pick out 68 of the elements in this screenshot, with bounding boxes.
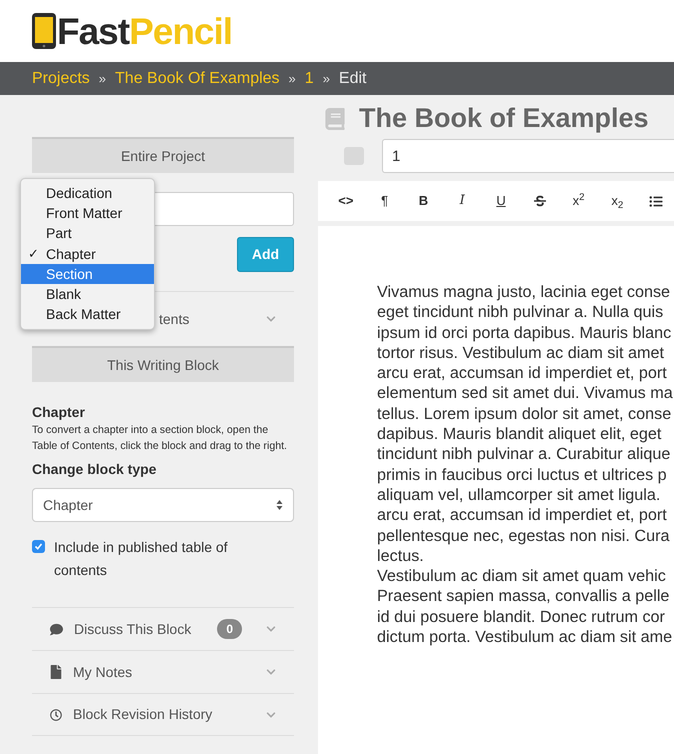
section-header: This Writing Block <box>32 346 294 382</box>
toolbar-button[interactable]: ¶ <box>366 187 403 215</box>
select-arrows-icon <box>276 499 283 511</box>
text-line: dapibus. Mauris blandit aliquet elit, eget <box>377 424 662 444</box>
text-line: eget tincidunt nibh pulvinar a. Nulla quis <box>377 302 664 323</box>
toolbar-button[interactable]: I <box>444 187 480 215</box>
menu-item[interactable]: Section <box>21 264 154 284</box>
menu-item[interactable]: Front Matter <box>21 203 154 224</box>
text-line: tortor risus. Vestibulum ac diam sit amet <box>377 342 664 364</box>
toolbar-button[interactable]: x$^{2}$ <box>560 187 596 215</box>
text-line: tincidunt nibh pulvinar a. Curabitur alique <box>377 444 670 465</box>
accordion-label: tents <box>159 310 190 328</box>
breadcrumb-separator: » <box>322 70 330 88</box>
breadcrumb-separator: » <box>288 70 296 88</box>
block-description: To convert a chapter into a section block, open the Table of Contents, click the block and drag to the right. <box>32 423 288 454</box>
book-icon <box>323 108 347 130</box>
text-line: aliquam vel, ullamcorper sit amet ligula. <box>377 484 660 506</box>
text-line: id dui posuere blandit. Donec rutrum cor <box>377 606 665 628</box>
book-title: The Book of Examples <box>359 102 649 136</box>
toolbar-button[interactable]: B <box>406 187 442 215</box>
speech-bubble-icon <box>50 622 63 636</box>
menu-item[interactable]: Blank <box>21 284 154 305</box>
text-line: arcu erat, accumsan id imperdiet et, port <box>377 363 667 384</box>
toolbar-button[interactable]: x$_{2}$ <box>599 187 636 215</box>
document-icon <box>50 665 62 679</box>
menu-item[interactable]: Part <box>21 224 154 244</box>
count-badge: 0 <box>217 619 242 639</box>
text-line: arcu erat, accumsan id imperdiet et, port <box>377 505 667 526</box>
block-title: Chapter <box>32 404 86 420</box>
text-line: primis in faucibus orci luctus et ultrices p <box>377 464 667 485</box>
block-title-field[interactable]: 1 <box>382 139 674 173</box>
text-line: tellus. Lorem ipsum dolor sit amet, conse <box>377 404 672 424</box>
tablet-icon <box>32 13 56 49</box>
toolbar-button[interactable]: U <box>483 187 519 215</box>
text-line: Praesent sapien massa, convallis a pelle <box>377 586 670 607</box>
block-type-select[interactable]: Chapter <box>32 488 294 522</box>
bullet-list-icon <box>649 194 664 208</box>
section-header: Entire Project <box>32 137 294 173</box>
menu-item[interactable]: Dedication <box>21 183 154 204</box>
chevron-down-icon[interactable] <box>266 667 276 677</box>
menu-item[interactable]: Back Matter <box>21 304 154 326</box>
field-label: Change block type <box>32 460 158 479</box>
checkbox[interactable] <box>32 540 45 553</box>
check-icon <box>34 542 43 551</box>
toolbar-button[interactable]: <> <box>328 187 364 215</box>
chevron-down-icon[interactable] <box>266 314 276 324</box>
accordion-row[interactable]: My Notes <box>32 650 294 693</box>
text-line: Vestibulum ac diam sit amet quam vehic <box>377 566 666 586</box>
breadcrumb-separator: » <box>98 70 106 88</box>
breadcrumb-current: Edit <box>338 68 366 88</box>
breadcrumb-link[interactable]: Projects <box>32 66 90 90</box>
breadcrumb-link[interactable]: 1 <box>304 66 314 90</box>
text-line: ipsum id orci porta dapibus. Mauris blanc <box>377 322 672 343</box>
text-line: lectus. <box>377 546 424 566</box>
breadcrumb-link[interactable]: The Book Of Examples <box>115 66 280 90</box>
logo: FastPencil <box>32 12 232 50</box>
chevron-down-icon[interactable] <box>266 624 276 634</box>
checkbox-label: Include in published table of contents <box>54 538 229 580</box>
text-line: Vivamus magna justo, lacinia eget conse <box>377 282 670 302</box>
text-line: elementum sed sit amet dui. Vivamus ma <box>377 383 673 404</box>
accordion-row[interactable]: Discuss This Block 0 <box>32 607 294 650</box>
strikethrough-icon <box>534 195 546 207</box>
menu-item[interactable]: ✓ Chapter <box>21 244 154 264</box>
chevron-down-icon[interactable] <box>266 710 276 720</box>
text-line: pellentesque nec, egestas non nisi. Cura <box>377 526 670 546</box>
clock-icon <box>50 708 62 720</box>
accordion-row[interactable]: Block Revision History <box>32 693 294 736</box>
text-line: dictum porta. Vestibulum ac diam sit ame <box>377 627 672 648</box>
